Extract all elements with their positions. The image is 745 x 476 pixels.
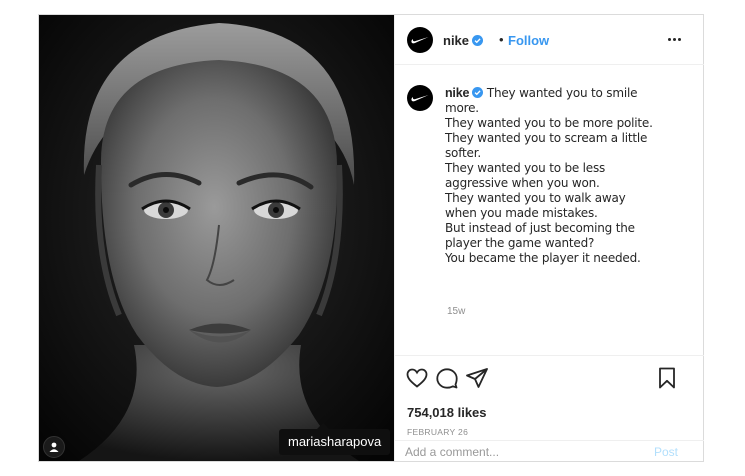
heart-icon[interactable] [405, 366, 429, 390]
post-comment-button[interactable]: Post [654, 445, 678, 459]
post-photo[interactable]: mariasharapova [39, 15, 394, 461]
post-caption: nike They wanted you to smile more. They… [445, 86, 655, 266]
verified-badge-icon [472, 35, 484, 46]
more-options-icon[interactable] [663, 31, 685, 47]
post-header: nike • Follow [395, 15, 704, 65]
header-username-text[interactable]: nike [443, 33, 469, 48]
instagram-post: mariasharapova nike • Follow nike They w… [38, 14, 704, 463]
bookmark-icon[interactable] [655, 366, 679, 390]
avatar[interactable] [407, 27, 433, 53]
share-icon[interactable] [465, 366, 489, 390]
caption-area: nike They wanted you to smile more. They… [395, 65, 704, 355]
post-side-panel: nike • Follow nike They wanted you to sm… [394, 15, 704, 463]
user-tag-icon[interactable] [43, 436, 65, 458]
verified-badge-icon [472, 87, 484, 98]
caption-username[interactable]: nike [445, 86, 469, 100]
post-date[interactable]: FEBRUARY 26 [407, 427, 468, 437]
likes-count[interactable]: 754,018 likes [407, 405, 487, 420]
comment-row: Post [395, 440, 704, 463]
comment-input[interactable] [405, 441, 605, 463]
nike-swoosh-icon [411, 37, 429, 44]
portrait-image [39, 15, 394, 461]
header-separator: • [499, 32, 504, 47]
caption-avatar[interactable] [407, 85, 433, 111]
caption-age: 15w [447, 306, 466, 317]
post-actions: 754,018 likes FEBRUARY 26 Post [395, 355, 704, 463]
caption-text: They wanted you to smile more. They want… [445, 86, 653, 265]
follow-button[interactable]: Follow [508, 33, 549, 48]
photo-user-tag[interactable]: mariasharapova [279, 423, 391, 455]
header-username[interactable]: nike [443, 33, 484, 48]
comment-icon[interactable] [435, 366, 459, 390]
nike-swoosh-icon [411, 95, 429, 102]
